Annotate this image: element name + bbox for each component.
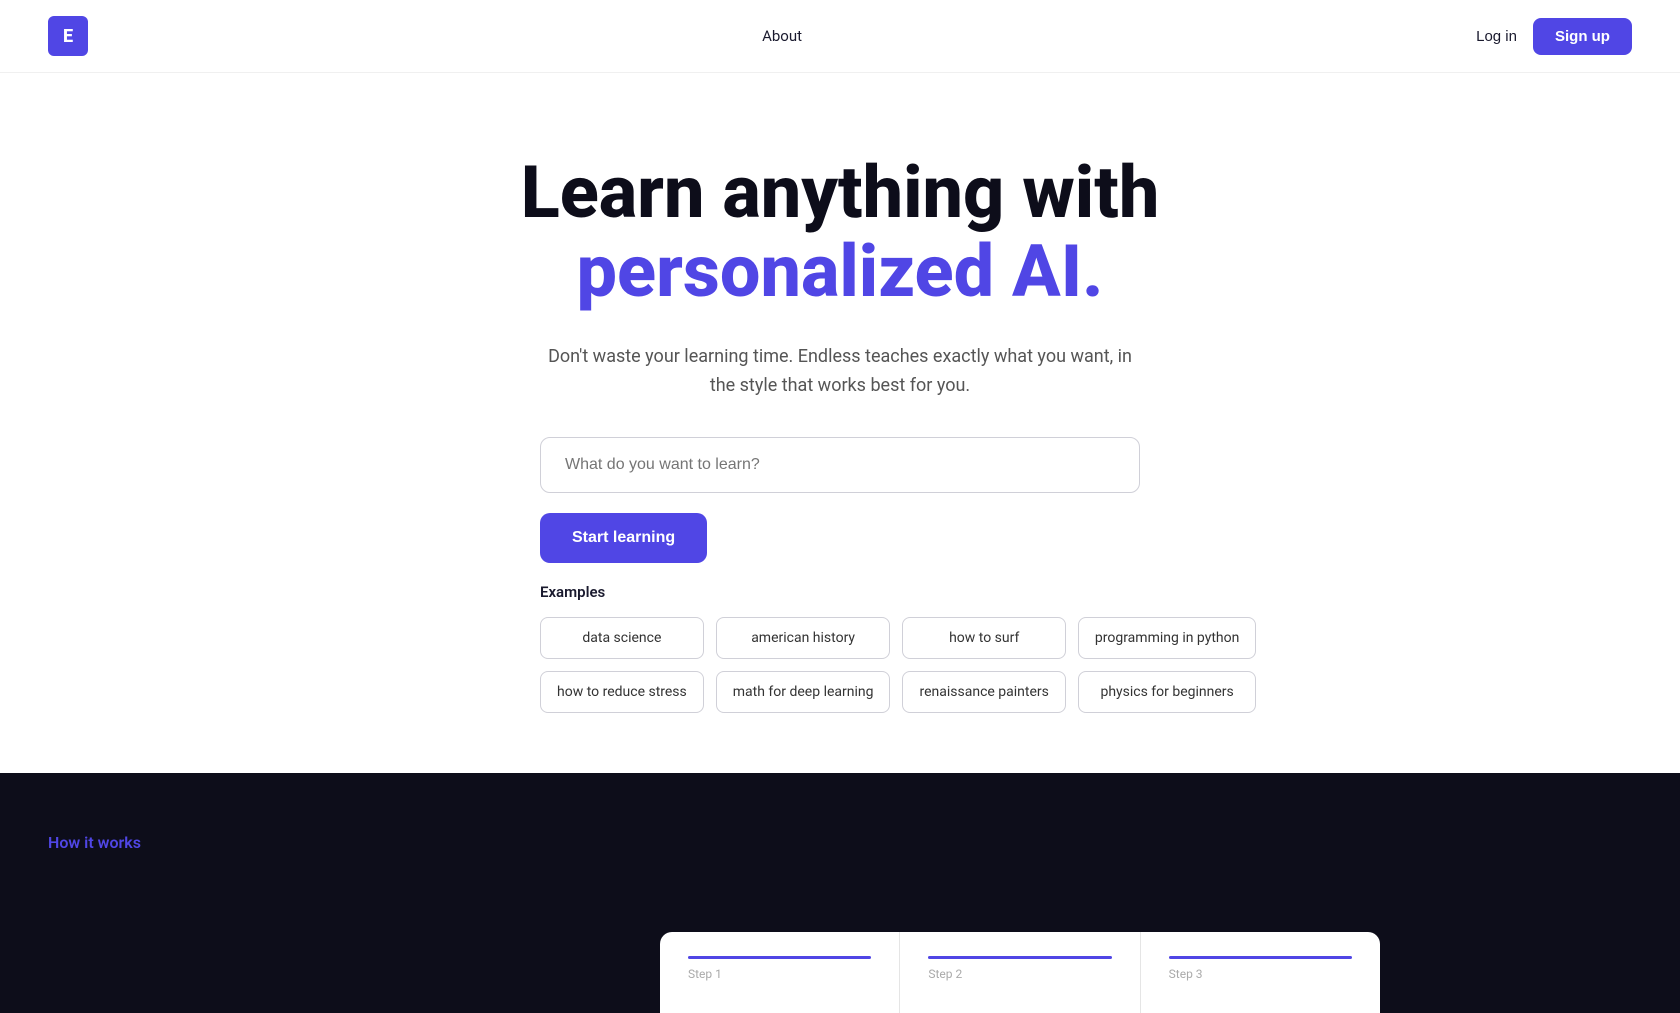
signup-button[interactable]: Sign up (1533, 18, 1632, 55)
step-2: Step 2 (900, 932, 1140, 1013)
hero-title: Learn anything with personalized AI. (521, 153, 1160, 311)
example-chip-renaissance-painters[interactable]: renaissance painters (902, 671, 1065, 713)
hero-section: Learn anything with personalized AI. Don… (0, 73, 1680, 773)
examples-section: Examples data science american history h… (540, 583, 1140, 713)
dark-section: How it works Step 1 Step 2 Step 3 (0, 773, 1680, 1013)
step-1: Step 1 (660, 932, 900, 1013)
nav-links: About (762, 27, 802, 45)
nav-actions: Log in Sign up (1476, 18, 1632, 55)
step-3-label: Step 3 (1169, 967, 1352, 981)
hero-subtitle: Don't waste your learning time. Endless … (540, 343, 1140, 401)
example-chip-how-to-surf[interactable]: how to surf (902, 617, 1065, 659)
steps-container: Step 1 Step 2 Step 3 (660, 932, 1380, 1013)
nav-link-about[interactable]: About (762, 27, 802, 45)
logo[interactable]: E (48, 16, 88, 56)
examples-grid: data science american history how to sur… (540, 617, 1140, 713)
example-chip-reduce-stress[interactable]: how to reduce stress (540, 671, 704, 713)
example-chip-math-deep-learning[interactable]: math for deep learning (716, 671, 891, 713)
login-button[interactable]: Log in (1476, 28, 1517, 45)
search-input[interactable] (540, 437, 1140, 493)
example-chip-programming-python[interactable]: programming in python (1078, 617, 1256, 659)
examples-label: Examples (540, 583, 1140, 601)
example-chip-american-history[interactable]: american history (716, 617, 891, 659)
hero-title-accent: personalized AI. (577, 229, 1104, 314)
step-1-bar (688, 956, 871, 959)
navbar: E About Log in Sign up (0, 0, 1680, 73)
start-learning-button[interactable]: Start learning (540, 513, 707, 563)
step-2-label: Step 2 (928, 967, 1111, 981)
step-3: Step 3 (1141, 932, 1380, 1013)
example-chip-data-science[interactable]: data science (540, 617, 704, 659)
how-it-works-label: How it works (48, 833, 1632, 852)
example-chip-physics-beginners[interactable]: physics for beginners (1078, 671, 1256, 713)
step-3-bar (1169, 956, 1352, 959)
step-1-label: Step 1 (688, 967, 871, 981)
hero-title-line1: Learn anything with (521, 150, 1160, 235)
step-2-bar (928, 956, 1111, 959)
